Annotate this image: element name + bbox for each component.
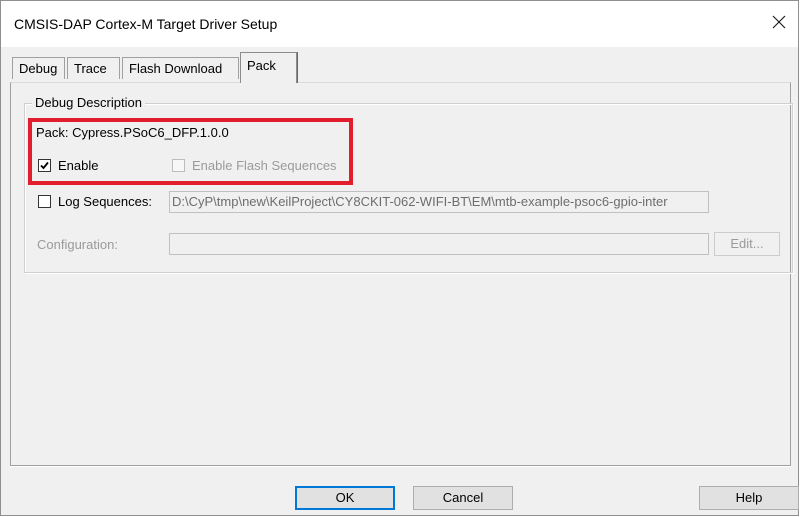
enable-label: Enable [58,158,99,173]
enable-flash-sequences-checkbox[interactable] [172,159,185,172]
tab-debug[interactable]: Debug [12,57,65,79]
log-sequences-label: Log Sequences: [58,194,152,209]
log-sequences-path-field[interactable]: D:\CyP\tmp\new\KeilProject\CY8CKIT-062-W… [169,191,709,213]
window-title: CMSIS-DAP Cortex-M Target Driver Setup [14,16,278,32]
title-bar: CMSIS-DAP Cortex-M Target Driver Setup [1,1,798,47]
pack-name-text: Pack: Cypress.PSoC6_DFP.1.0.0 [36,125,229,140]
cancel-button[interactable]: Cancel [413,486,513,510]
enable-flash-sequences-label: Enable Flash Sequences [192,158,337,173]
tab-pack[interactable]: Pack [240,52,297,83]
ok-button[interactable]: OK [295,486,395,510]
log-sequences-checkbox[interactable] [38,195,51,208]
setup-dialog: CMSIS-DAP Cortex-M Target Driver Setup D… [0,0,799,516]
configuration-field[interactable] [169,233,709,255]
separator [10,466,791,467]
edit-button[interactable]: Edit... [714,232,780,256]
enable-checkbox[interactable] [38,159,51,172]
group-legend: Debug Description [32,95,145,110]
configuration-label: Configuration: [37,237,118,252]
tab-trace[interactable]: Trace [67,57,120,79]
tab-flash-download[interactable]: Flash Download [122,57,239,79]
help-button[interactable]: Help [699,486,799,510]
checkmark-icon [40,161,49,170]
close-icon[interactable] [768,11,790,33]
tab-strip: Debug Trace Flash Download Pack [1,47,798,83]
